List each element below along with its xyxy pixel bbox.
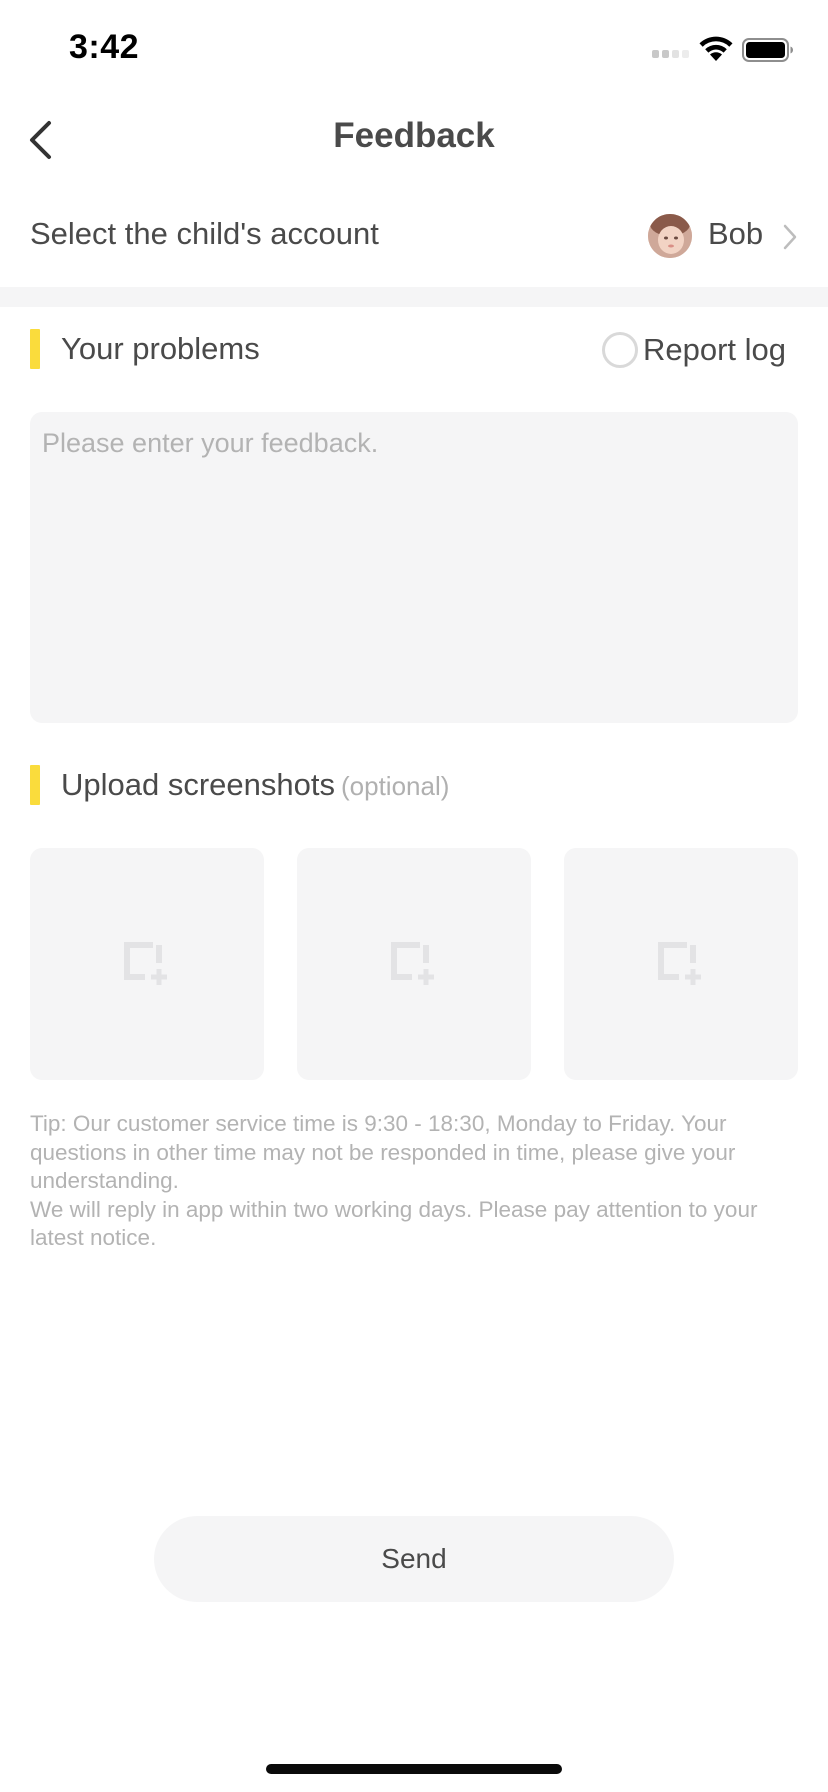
add-image-icon [658, 942, 701, 985]
avatar [648, 214, 692, 258]
add-image-icon [391, 942, 434, 985]
send-button[interactable]: Send [154, 1516, 674, 1602]
battery-icon [742, 38, 793, 62]
home-indicator [266, 1764, 562, 1774]
upload-slot[interactable] [564, 848, 798, 1080]
report-log-toggle[interactable]: Report log [602, 327, 786, 373]
chevron-right-icon [783, 224, 797, 250]
upload-title: Upload screenshots (optional) [61, 767, 449, 803]
nav-bar: Feedback [0, 100, 828, 180]
optional-label: (optional) [341, 771, 450, 801]
upload-title-text: Upload screenshots [61, 767, 335, 802]
section-accent-bar [30, 329, 40, 369]
tip-line: Tip: Our customer service time is 9:30 -… [30, 1111, 736, 1193]
wifi-icon [699, 36, 733, 61]
add-image-icon [124, 942, 167, 985]
problems-title: Your problems [61, 331, 260, 366]
report-log-label: Report log [643, 332, 787, 367]
status-bar: 3:42 [0, 0, 828, 100]
problems-header: Your problems Report log [0, 325, 828, 375]
upload-slot[interactable] [30, 848, 264, 1080]
account-label: Select the child's account [30, 216, 379, 251]
tip-line: We will reply in app within two working … [30, 1196, 758, 1251]
upload-header: Upload screenshots (optional) [0, 761, 828, 811]
section-divider [0, 287, 828, 307]
service-tip: Tip: Our customer service time is 9:30 -… [30, 1110, 800, 1253]
report-log-radio[interactable] [602, 332, 638, 368]
account-name: Bob [708, 216, 764, 251]
upload-slot[interactable] [297, 848, 531, 1080]
section-accent-bar [30, 765, 40, 805]
page-title: Feedback [333, 116, 495, 155]
child-account-selector[interactable]: Select the child's account Bob [0, 196, 828, 276]
feedback-input[interactable] [30, 412, 798, 723]
signal-icon [652, 44, 692, 58]
upload-slots [30, 848, 798, 1080]
status-time: 3:42 [69, 28, 140, 66]
